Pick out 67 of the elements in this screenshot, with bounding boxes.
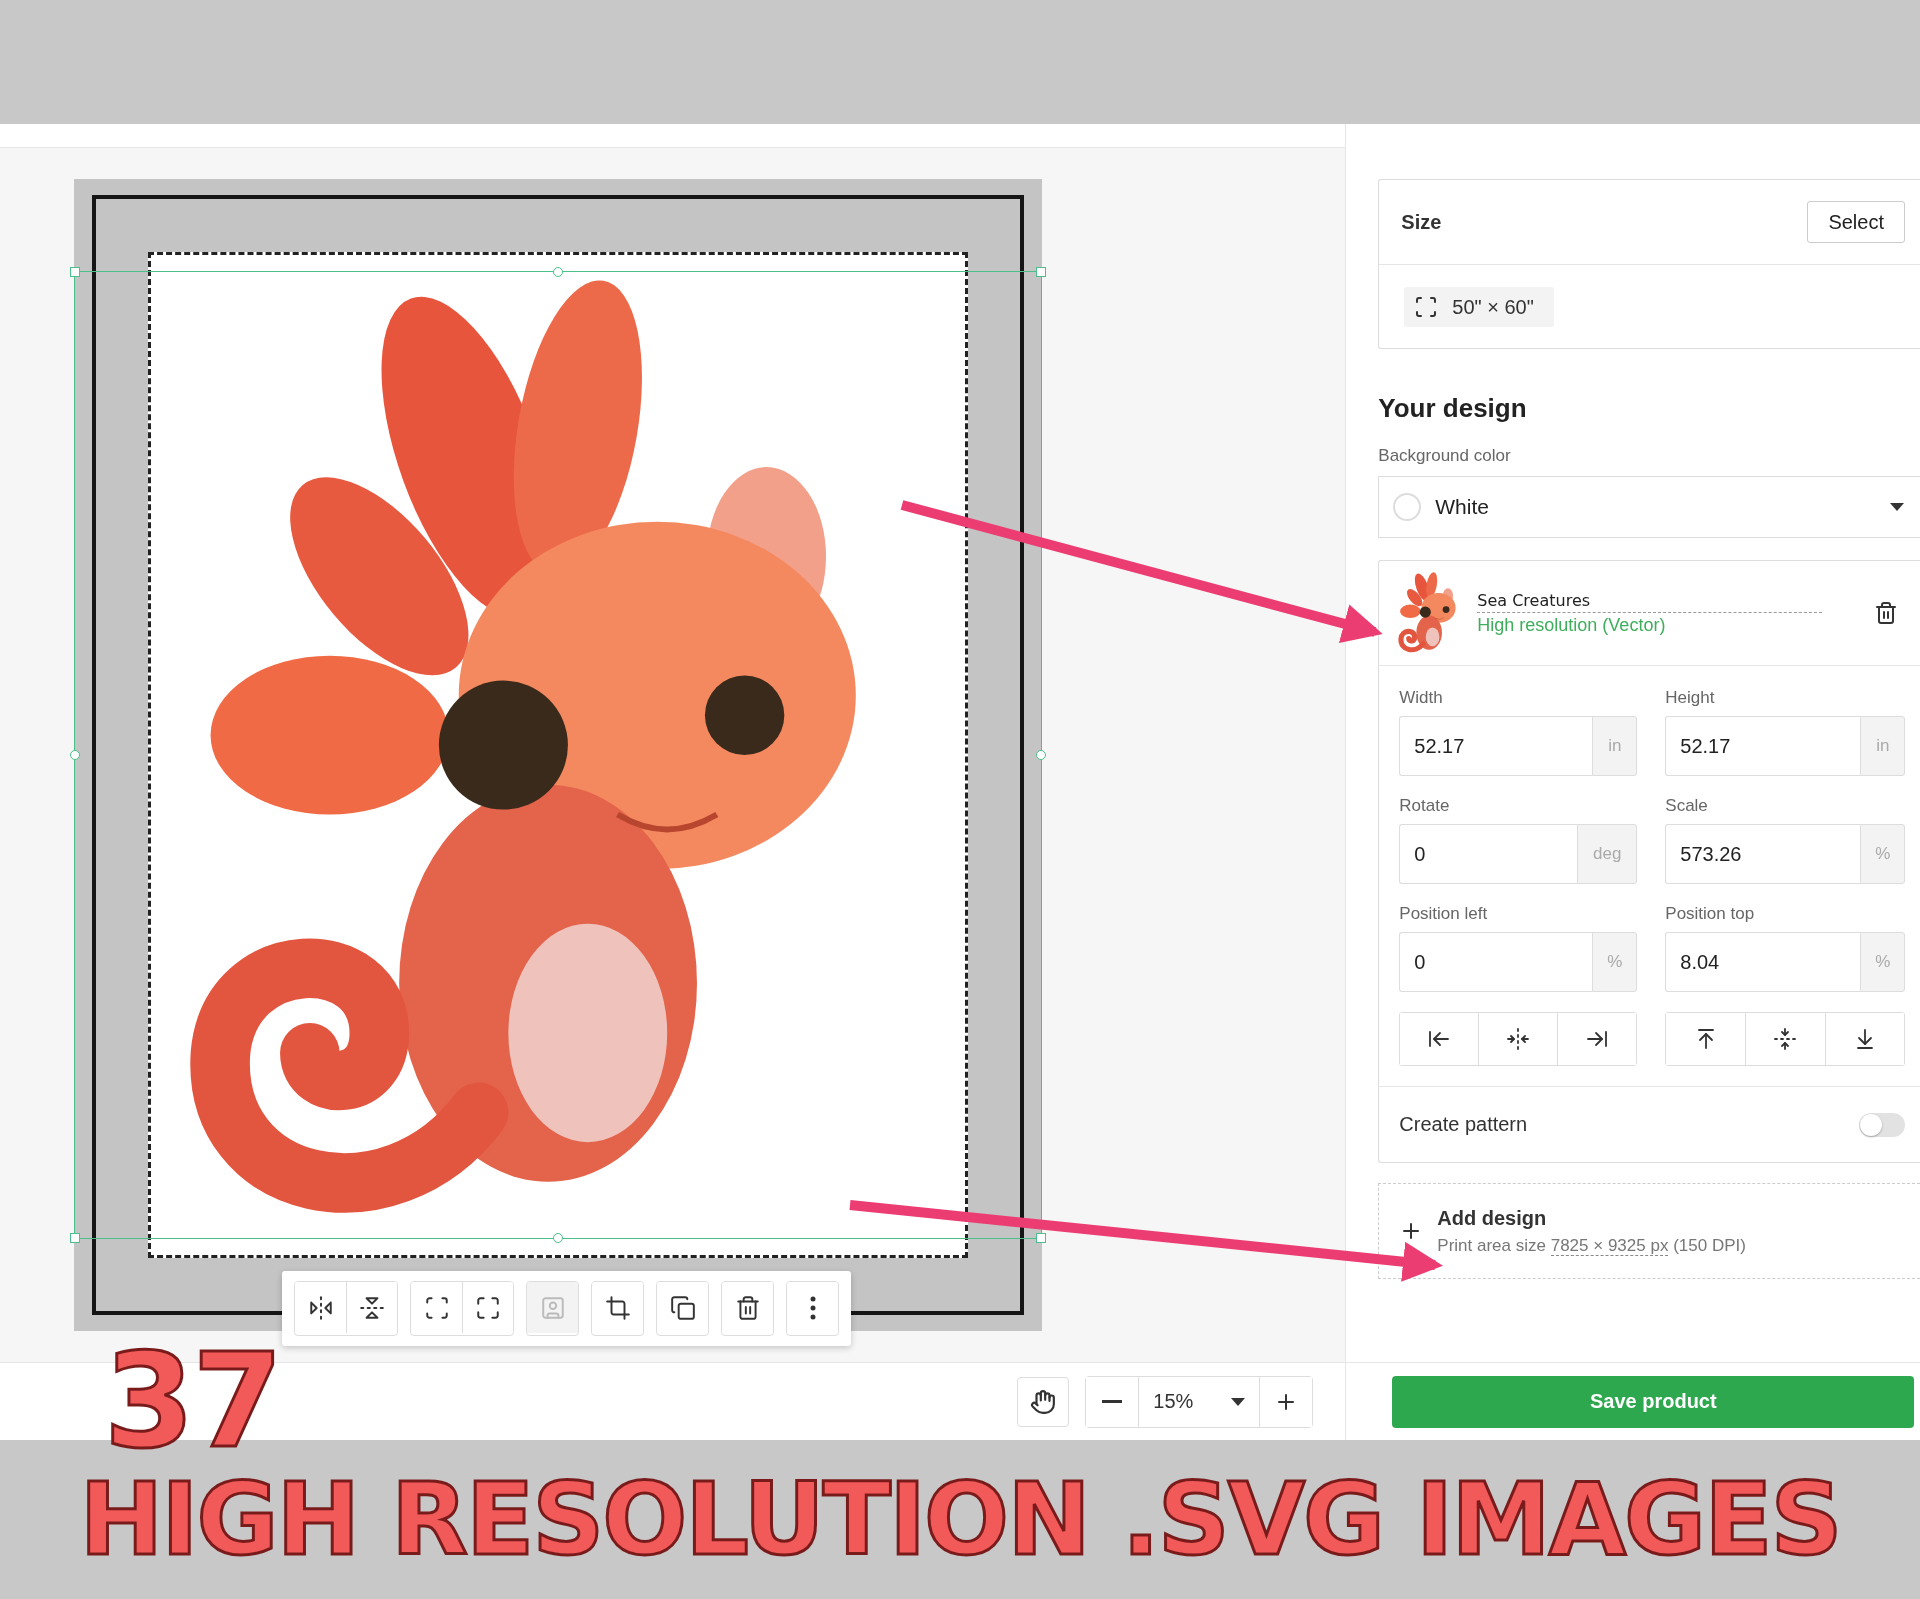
number-field[interactable]: 52.17 (1399, 716, 1593, 776)
select-button[interactable]: Select (1807, 201, 1905, 243)
toolbar-button[interactable] (346, 1282, 397, 1333)
crop-icon (604, 1294, 631, 1321)
field-label: Scale (1665, 796, 1709, 816)
align-center-icon (1506, 1027, 1531, 1051)
expand-icon (475, 1294, 501, 1321)
unit-label: % (1860, 824, 1906, 884)
print-area-note: Print area size 7825 × 9325 px (150 DPI) (1437, 1235, 1746, 1256)
person-icon (539, 1294, 566, 1321)
flip-horizontal-icon (307, 1294, 334, 1321)
caret-icon (1890, 503, 1904, 511)
number-field[interactable]: 0 (1399, 932, 1593, 992)
fit-icon (423, 1294, 450, 1321)
field-label: Height (1665, 688, 1716, 708)
add-design-area[interactable]: Add design Print area size 7825 × 9325 px (150 DPI) (1378, 1183, 1920, 1279)
flip-vertical-icon (359, 1294, 385, 1321)
trash-icon[interactable] (1874, 601, 1898, 625)
minus-icon (1102, 1400, 1123, 1403)
unit-label: % (1860, 932, 1906, 992)
copy-icon (669, 1294, 696, 1321)
number-field[interactable]: 52.17 (1665, 716, 1861, 776)
toolbar-button[interactable] (722, 1282, 773, 1333)
align-button[interactable] (1824, 1013, 1905, 1065)
print-size-link[interactable]: 7825 × 9325 px (1550, 1235, 1669, 1256)
toolbar-button[interactable] (657, 1282, 708, 1333)
field-label: Width (1399, 688, 1444, 708)
toolbar-button[interactable] (592, 1282, 643, 1333)
field-label: Rotate (1399, 796, 1451, 816)
hand-icon (1030, 1388, 1057, 1415)
resize-handle[interactable] (70, 267, 80, 277)
size-text: 50" × 60" (1452, 295, 1534, 319)
field-label: Position top (1665, 904, 1756, 924)
toolbar-button[interactable] (462, 1282, 513, 1333)
align-button[interactable] (1557, 1013, 1637, 1065)
unit-label: deg (1577, 824, 1638, 884)
trash-icon (734, 1294, 761, 1321)
resize-handle[interactable] (553, 267, 563, 277)
resize-handle[interactable] (1036, 750, 1046, 760)
number-field[interactable]: 8.04 (1665, 932, 1861, 992)
zoom-select[interactable]: 15% (1138, 1376, 1261, 1427)
color-swatch (1393, 493, 1422, 521)
add-design-title: Add design (1437, 1206, 1548, 1230)
align-middle-icon (1773, 1027, 1798, 1051)
section-heading: Your design (1378, 393, 1528, 424)
unit-label: in (1592, 716, 1638, 776)
pattern-label: Create pattern (1399, 1113, 1528, 1136)
unit-label: in (1860, 716, 1906, 776)
number-field[interactable]: 0 (1399, 824, 1578, 884)
resolution-label: High resolution (Vector) (1477, 614, 1667, 636)
resize-handle[interactable] (1036, 1233, 1046, 1243)
caret-icon (1231, 1397, 1246, 1406)
pan-button[interactable] (1017, 1376, 1070, 1427)
field-label: Background color (1378, 446, 1512, 466)
card-title: Size (1401, 210, 1442, 234)
unit-label: % (1592, 932, 1638, 992)
field-label: Position left (1399, 904, 1489, 924)
design-name: Sea Creatures (1477, 590, 1822, 613)
resize-handle[interactable] (553, 1233, 563, 1243)
resize-handle[interactable] (70, 750, 80, 760)
pattern-toggle[interactable] (1859, 1112, 1905, 1137)
background-color-dropdown[interactable]: White (1378, 476, 1920, 538)
more-icon (809, 1295, 816, 1320)
resize-handle[interactable] (1036, 267, 1046, 277)
resize-handle[interactable] (70, 1233, 80, 1243)
number-field[interactable]: 573.26 (1665, 824, 1861, 884)
frame-corners-icon (1414, 295, 1439, 319)
